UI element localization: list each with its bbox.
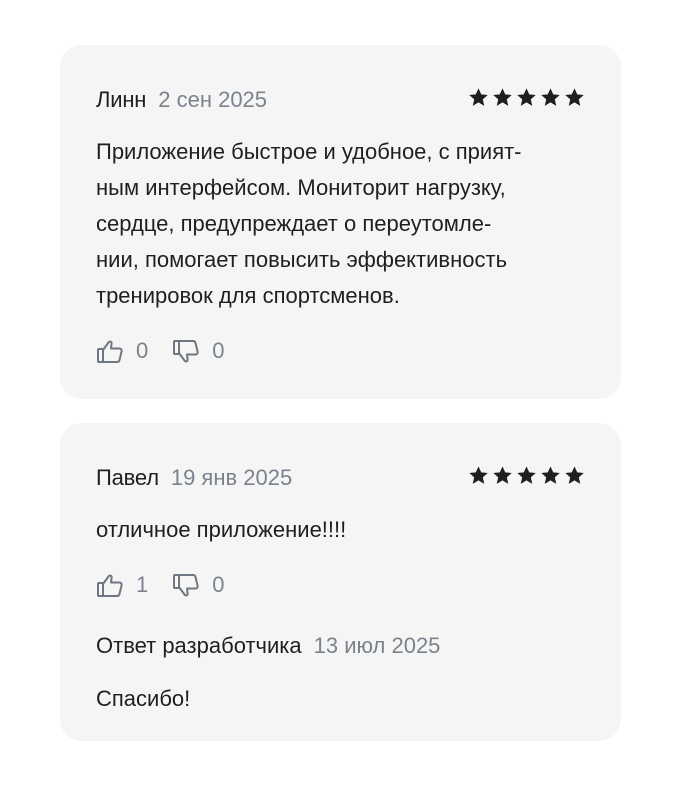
star-icon	[541, 88, 560, 106]
dislike-button[interactable]: 0	[172, 572, 225, 599]
vote-bar: 1 0	[96, 572, 585, 598]
rating-stars	[468, 87, 585, 108]
review-card: Линн 2 сен 2025 Приложение быстрое и удо…	[60, 45, 621, 399]
review-text-line: нии, помогает повысить эффективность	[96, 247, 508, 272]
developer-reply-header: Ответ разработчика 13 июл 2025	[96, 633, 585, 659]
review-text: отличное приложение!!!!	[96, 512, 585, 548]
thumbs-up-icon	[97, 340, 123, 363]
star-icon	[517, 466, 536, 484]
dislike-button[interactable]: 0	[172, 338, 225, 365]
review-author: Линн	[96, 87, 147, 112]
like-count: 1	[136, 572, 149, 597]
like-button[interactable]: 1	[96, 572, 148, 599]
developer-reply-date: 13 июл 2025	[313, 633, 441, 658]
review-text-line: Приложение быстрое и удобное, с прият-	[96, 139, 522, 164]
review-card: Павел 19 янв 2025 отличное приложение!!!…	[60, 423, 621, 741]
star-icon	[565, 88, 584, 106]
review-text-line: отличное приложение!!!!	[96, 517, 347, 542]
star-icon	[493, 466, 512, 484]
review-date: 2 сен 2025	[158, 87, 268, 112]
vote-bar: 0 0	[96, 338, 585, 364]
star-icon	[493, 88, 512, 106]
developer-reply-body: Спасибо!	[96, 681, 585, 717]
like-count: 0	[136, 338, 149, 363]
review-text-line: сердце, предупреждает о переутомле-	[96, 211, 492, 236]
developer-reply-title: Ответ разработчика	[96, 633, 302, 658]
review-date: 19 янв 2025	[170, 465, 293, 490]
review-text-line: ным интерфейсом. Мониторит нагрузку,	[96, 175, 506, 200]
review-text-line: тренировок для спортсменов.	[96, 283, 400, 308]
thumbs-down-icon	[173, 573, 199, 596]
star-icon	[565, 466, 584, 484]
thumbs-down-icon	[173, 339, 199, 362]
rating-stars	[468, 465, 585, 486]
review-text: Приложение быстрое и удобное, с прият- н…	[96, 134, 585, 314]
review-author: Павел	[96, 465, 159, 490]
star-icon	[469, 466, 488, 484]
dislike-count: 0	[212, 338, 225, 363]
star-icon	[541, 466, 560, 484]
developer-reply-text: Спасибо!	[96, 686, 191, 711]
dislike-count: 0	[212, 572, 225, 597]
thumbs-up-icon	[97, 574, 123, 597]
review-header: Линн 2 сен 2025	[96, 87, 585, 113]
review-header: Павел 19 янв 2025	[96, 465, 585, 491]
like-button[interactable]: 0	[96, 338, 148, 365]
star-icon	[469, 88, 488, 106]
star-icon	[517, 88, 536, 106]
